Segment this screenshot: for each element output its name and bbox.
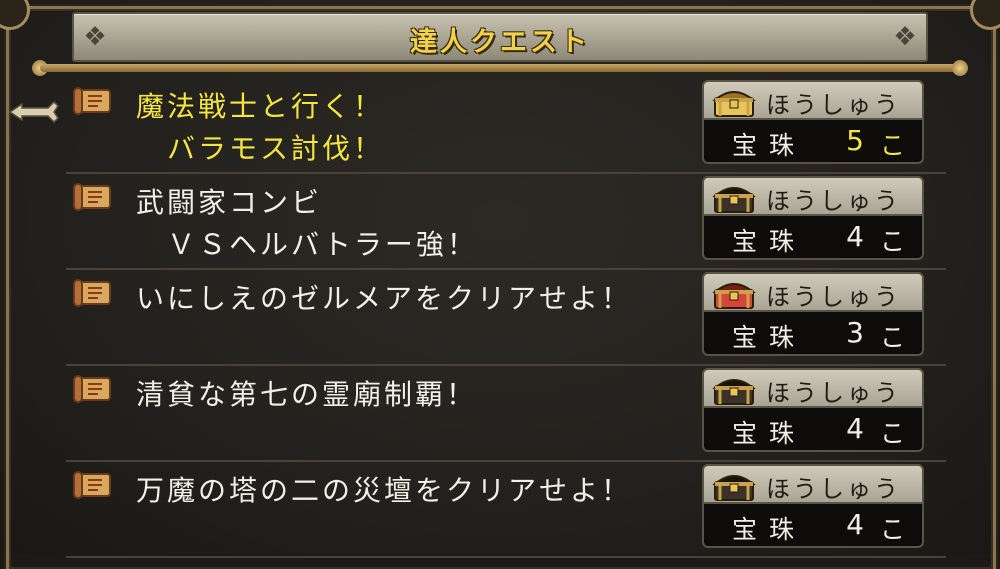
reward-count: 5 [846,124,864,157]
title-ornament-right-icon: ❖ [893,22,917,52]
reward-label: ほうしゅう [766,187,901,215]
quest-scroll-icon [73,87,111,115]
quest-scroll-icon [73,279,111,307]
black-treasure-chest-icon [712,187,756,213]
reward-panel: ほうしゅう 宝珠 5 こ [702,80,924,164]
reward-panel: ほうしゅう 宝珠 4 こ [702,176,924,260]
quest-row[interactable]: 武闘家コンビ ＶＳヘルバトラー強！ ほうしゅう 宝珠 4 こ [66,172,946,270]
quest-scroll-icon [73,375,111,403]
quest-title: 清貧な第七の霊廟制覇！ [136,378,478,411]
reward-header: ほうしゅう [702,272,924,312]
quest-title: いにしえのゼルメアをクリアせよ！ [136,282,633,315]
quest-row[interactable]: 万魔の塔の二の災壇をクリアせよ！ ほうしゅう 宝珠 4 こ [66,460,946,558]
reward-header: ほうしゅう [702,176,924,216]
quest-scroll-icon [73,471,111,499]
reward-count: 3 [846,316,864,349]
reward-unit: こ [880,131,906,160]
reward-label: ほうしゅう [766,283,901,311]
reward-label: ほうしゅう [766,379,901,407]
reward-header: ほうしゅう [702,368,924,408]
quest-list: 魔法戦士と行く！ バラモス討伐！ ほうしゅう 宝珠 5 こ 武闘家コンビ ＶＳヘ… [66,76,946,558]
reward-detail: 宝珠 4 こ [702,216,924,260]
reward-count: 4 [846,412,864,445]
reward-count: 4 [846,220,864,253]
reward-item-name: 宝珠 [732,419,807,448]
quest-title: 魔法戦士と行く！ バラモス討伐！ [136,90,385,165]
red-treasure-chest-icon [712,283,756,309]
quest-scroll-icon [73,183,111,211]
reward-label: ほうしゅう [766,475,901,503]
quest-window: ❖ 達人クエスト ❖ 魔法戦士と行く！ バラモス討伐！ ほうしゅう 宝珠 5 こ… [0,0,1000,569]
reward-detail: 宝珠 4 こ [702,408,924,452]
rod-end-right-icon [952,60,968,76]
reward-unit: こ [880,227,906,256]
reward-count: 4 [846,508,864,541]
reward-panel: ほうしゅう 宝珠 3 こ [702,272,924,356]
reward-header: ほうしゅう [702,464,924,504]
reward-unit: こ [880,323,906,352]
quest-row[interactable]: いにしえのゼルメアをクリアせよ！ ほうしゅう 宝珠 3 こ [66,268,946,366]
quest-row[interactable]: 清貧な第七の霊廟制覇！ ほうしゅう 宝珠 4 こ [66,364,946,462]
selection-cursor-icon [8,100,59,124]
reward-item-name: 宝珠 [732,515,807,544]
reward-detail: 宝珠 3 こ [702,312,924,356]
reward-item-name: 宝珠 [732,131,807,160]
window-title: 達人クエスト [410,27,590,58]
black-treasure-chest-icon [712,379,756,405]
reward-panel: ほうしゅう 宝珠 4 こ [702,368,924,452]
reward-header: ほうしゅう [702,80,924,120]
reward-unit: こ [880,419,906,448]
black-treasure-chest-icon [712,475,756,501]
reward-item-name: 宝珠 [732,323,807,352]
reward-panel: ほうしゅう 宝珠 4 こ [702,464,924,548]
reward-detail: 宝珠 4 こ [702,504,924,548]
reward-unit: こ [880,515,906,544]
quest-row[interactable]: 魔法戦士と行く！ バラモス討伐！ ほうしゅう 宝珠 5 こ [66,76,946,174]
reward-label: ほうしゅう [766,91,901,119]
gold-treasure-chest-icon [712,91,756,117]
reward-detail: 宝珠 5 こ [702,120,924,164]
scroll-rod [40,64,960,72]
title-bar: ❖ 達人クエスト ❖ [72,12,928,62]
quest-title: 武闘家コンビ ＶＳヘルバトラー強！ [136,186,478,261]
quest-title: 万魔の塔の二の災壇をクリアせよ！ [136,474,633,507]
reward-item-name: 宝珠 [732,227,807,256]
